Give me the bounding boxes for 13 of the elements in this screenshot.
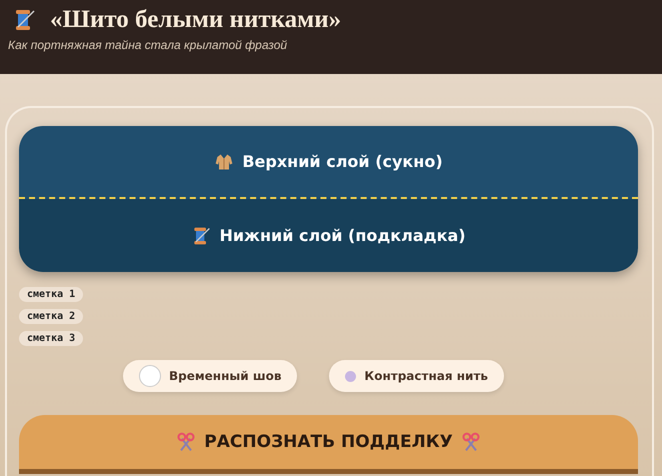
baste-tag: сметка 1 — [19, 287, 84, 302]
page-title: «Шито белыми нитками» — [50, 6, 342, 34]
scissors-icon — [176, 432, 196, 452]
toggle-button[interactable]: Временный шов — [122, 360, 298, 392]
detect-button[interactable]: РАСПОЗНАТЬ ПОДДЕЛКУ — [19, 415, 638, 469]
layer-label: Нижний слой (подкладка) — [219, 226, 466, 245]
baste-tag: сметка 3 — [19, 331, 84, 346]
page-subtitle: Как портняжная тайна стала крылатой фразой — [8, 38, 288, 52]
layer-label: Верхний слой (сукно) — [242, 152, 443, 171]
baste-tag: сметка 2 — [19, 309, 84, 324]
toggle-button[interactable]: Контрастная нить — [329, 360, 504, 392]
scissors-icon — [460, 432, 481, 452]
coat-icon — [214, 152, 234, 172]
